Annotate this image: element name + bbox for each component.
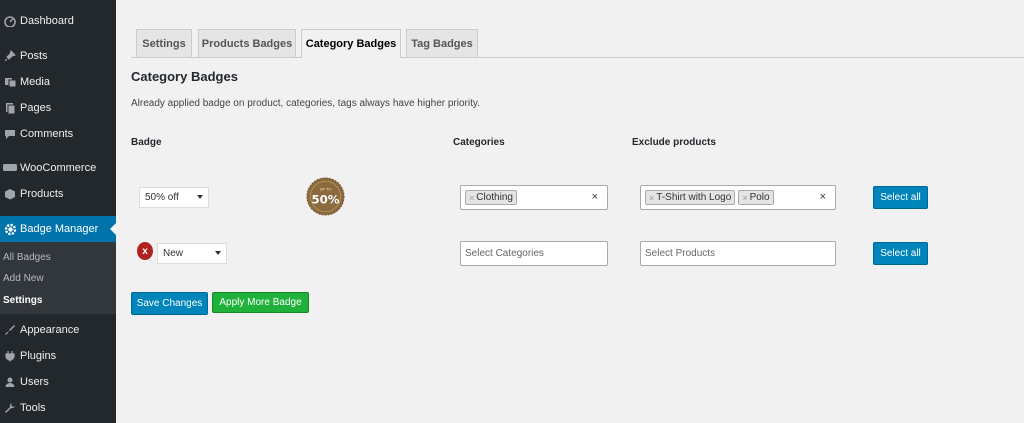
wrench-icon [0,395,20,421]
menu-media[interactable]: Media [0,69,116,95]
pages-icon [0,95,20,121]
menu-label: Users [20,376,49,388]
chevron-down-icon [215,251,221,255]
remove-chip-icon[interactable]: × [649,193,654,203]
tab-category-badges[interactable]: Category Badges [301,29,401,58]
menu-label: Pages [20,102,52,114]
badge-select-value: New [163,248,184,259]
user-icon [0,369,20,395]
comment-icon [0,121,20,147]
badge-select-value: 50% off [145,192,179,203]
menu-label: Plugins [20,350,57,362]
tab-settings[interactable]: Settings [136,29,192,57]
menu-woocommerce[interactable]: WooCommerce [0,155,116,181]
column-badge: Badge [131,137,162,148]
badge-image-main-text: 50% [312,192,340,206]
select-all-button[interactable]: Select all [873,186,928,209]
menu-label: Media [20,76,50,88]
column-categories: Categories [453,137,505,148]
remove-row-icon[interactable]: x [137,242,153,260]
menu-pages[interactable]: Pages [0,95,116,121]
product-chip[interactable]: × Polo [738,190,774,205]
menu-tools[interactable]: Tools [0,395,116,421]
badge-image-top-text: UP TO [320,187,332,192]
category-chip[interactable]: × Clothing [465,190,517,205]
chip-label: Polo [749,192,770,203]
categories-multiselect[interactable]: × Clothing × [460,185,608,210]
chip-label: Clothing [476,192,513,203]
menu-appearance[interactable]: Appearance [0,317,116,343]
exclude-products-multiselect[interactable]: × T-Shirt with Logo × Polo × [640,185,836,210]
menu-label: Posts [20,50,48,62]
badge-select[interactable]: 50% off [139,187,209,208]
woo-icon [0,155,20,181]
tabs-divider [131,57,1024,58]
clear-icon[interactable]: × [592,191,598,203]
dashboard-icon [0,8,20,34]
select-all-button[interactable]: Select all [873,242,928,265]
menu-label: Products [20,188,64,200]
remove-chip-icon[interactable]: × [469,193,474,203]
menu-dashboard[interactable]: Dashboard [0,8,116,34]
menu-comments[interactable]: Comments [0,121,116,147]
badge-manager-submenu: All Badges Add New Settings [0,242,116,314]
pin-icon [0,43,20,69]
admin-sidebar: Dashboard Posts Media Pages Comments Woo… [0,0,116,423]
menu-posts[interactable]: Posts [0,43,116,69]
menu-plugins[interactable]: Plugins [0,343,116,369]
menu-label: Dashboard [20,15,74,27]
menu-label: WooCommerce [20,162,97,174]
remove-chip-icon[interactable]: × [742,193,747,203]
submenu-add-new[interactable]: Add New [3,273,44,284]
box-icon [0,181,20,207]
categories-input[interactable]: Select Categories [460,241,608,266]
badge-preview-image: UP TO 50% [306,177,345,216]
column-exclude: Exclude products [632,137,716,148]
media-icon [0,69,20,95]
gear-icon [0,216,20,242]
chevron-down-icon [197,195,203,199]
menu-products[interactable]: Products [0,181,116,207]
tab-products-badges[interactable]: Products Badges [198,29,296,57]
menu-badge-manager[interactable]: Badge Manager [0,216,116,242]
menu-label: Tools [20,402,46,414]
page-title: Category Badges [131,69,238,84]
brush-icon [0,317,20,343]
chip-label: T-Shirt with Logo [656,192,732,203]
tab-tag-badges[interactable]: Tag Badges [406,29,478,57]
save-changes-button[interactable]: Save Changes [131,292,208,315]
badge-select[interactable]: New [157,243,227,264]
apply-more-badge-button[interactable]: Apply More Badge [212,292,309,313]
page-description: Already applied badge on product, catego… [131,98,480,109]
submenu-all-badges[interactable]: All Badges [3,252,51,263]
plug-icon [0,343,20,369]
menu-label: Badge Manager [20,223,99,235]
clear-icon[interactable]: × [820,191,826,203]
product-chip[interactable]: × T-Shirt with Logo [645,190,736,205]
exclude-products-input[interactable]: Select Products [640,241,836,266]
submenu-settings[interactable]: Settings [3,295,42,306]
menu-users[interactable]: Users [0,369,116,395]
menu-label: Appearance [20,324,80,336]
menu-label: Comments [20,128,74,140]
